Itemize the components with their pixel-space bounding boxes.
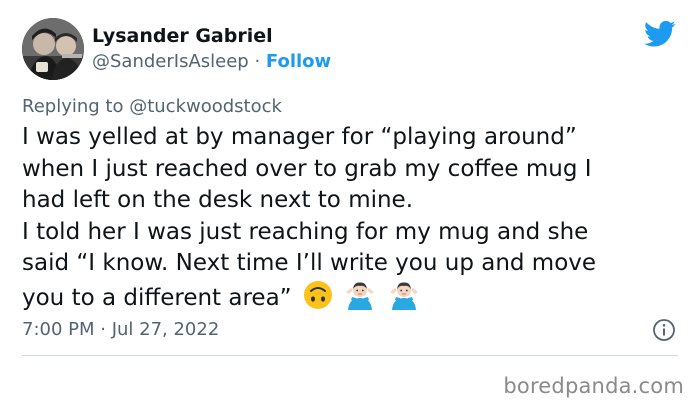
follow-button[interactable]: Follow	[266, 51, 331, 72]
author-block: Lysander Gabriel @SanderIsAsleep · Follo…	[92, 24, 331, 73]
tweet-line: I told her I was just reaching for my mu…	[22, 218, 589, 245]
info-icon[interactable]	[652, 318, 676, 342]
avatar-image	[22, 18, 84, 80]
tweet-meta: 7:00 PM · Jul 27, 2022	[22, 318, 678, 344]
handle-row: @SanderIsAsleep · Follow	[92, 51, 331, 73]
replying-to-prefix: Replying to	[22, 96, 130, 117]
author-display-name[interactable]: Lysander Gabriel	[92, 24, 331, 48]
tweet-line: when I just reached over to grab my coff…	[22, 155, 592, 182]
tweet-card: Lysander Gabriel @SanderIsAsleep · Follo…	[0, 0, 700, 410]
divider	[22, 355, 678, 356]
boredpanda-watermark: boredpanda.com	[503, 374, 684, 398]
tweet-line: you to a different area”	[22, 284, 292, 311]
tweet-line: said “I know. Next time I’ll write you u…	[22, 250, 597, 277]
avatar[interactable]	[22, 18, 84, 80]
twitter-bird-icon[interactable]	[644, 20, 676, 48]
tweet-line: had left on the desk next to mine.	[22, 187, 414, 214]
replying-to: Replying to @tuckwoodstock	[22, 96, 282, 118]
handle-separator: ·	[248, 51, 266, 72]
person-shrugging-icon	[389, 282, 418, 310]
replying-to-handle[interactable]: @tuckwoodstock	[129, 96, 282, 117]
upside-down-face-icon	[303, 280, 332, 309]
author-handle[interactable]: @SanderIsAsleep	[92, 51, 249, 72]
person-shrugging-icon	[346, 282, 375, 310]
tweet-text: I was yelled at by manager for “playing …	[22, 122, 682, 315]
tweet-last-line: you to a different area”	[22, 280, 682, 315]
tweet-header: Lysander Gabriel @SanderIsAsleep · Follo…	[22, 14, 678, 82]
tweet-timestamp[interactable]: 7:00 PM · Jul 27, 2022	[22, 319, 219, 340]
tweet-line: I was yelled at by manager for “playing …	[22, 124, 577, 150]
